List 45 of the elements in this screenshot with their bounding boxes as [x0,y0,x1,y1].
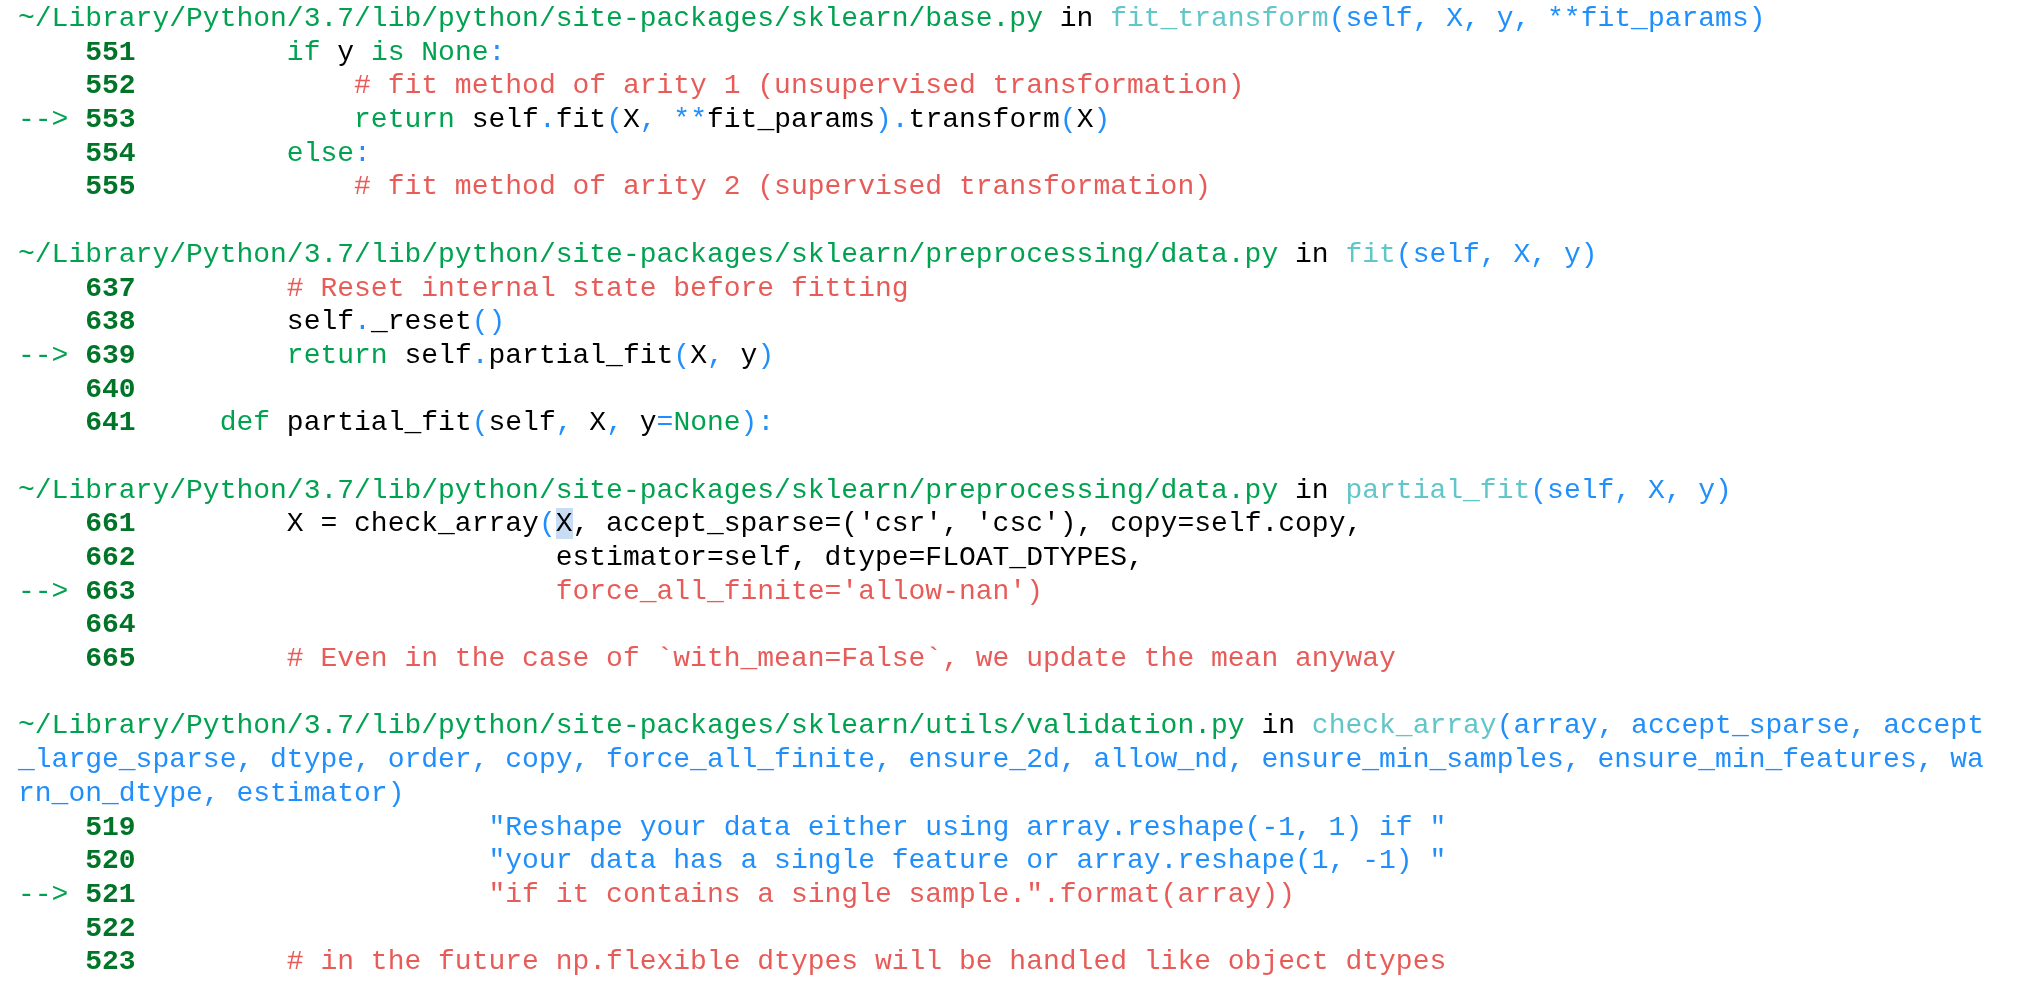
code-line: # in the future np.flexible dtypes will be handled like object dtypes [285,946,1447,978]
code-line: if y is None: [285,36,506,68]
code-line: else: [285,137,371,169]
traceback-frame-header: ~/Library/Python/3.7/lib/python/site-packages/sklearn/preprocessing/data.py in fit(self, X, y) [18,237,1599,272]
line-number: 554 [85,137,136,169]
code-line: X = check_array(X, accept_sparse=('csr', 'csc'), copy=self.copy, [285,508,1363,540]
code-line: # Reset internal state before fitting [285,272,909,304]
line-number: 555 [85,171,136,203]
line-number: 637 [85,272,136,304]
line-number: 665 [85,643,136,675]
code-line: def partial_fit(self, X, y=None): [218,407,775,439]
code-line: self._reset() [285,306,506,338]
line-number: 551 [85,36,136,68]
line-number: 661 [85,508,136,540]
code-line: "your data has a single feature or array.reshape(1, -1) " [487,845,1447,877]
code-line: return self.fit(X, **fit_params).transform(X) [353,104,1111,136]
line-number: 663 [85,575,136,607]
line-number: 519 [85,811,136,843]
line-number: 662 [85,542,136,574]
line-number: 552 [85,70,136,102]
line-number: 553 [85,104,136,136]
line-number: 521 [85,878,136,910]
current-line-arrow: --> [18,338,70,373]
code-line: force_all_finite='allow-nan') [554,575,1043,607]
line-number: 638 [85,306,136,338]
code-line: "if it contains a single sample.".format(array)) [487,878,1295,910]
line-number: 641 [85,407,136,439]
code-line: # fit method of arity 1 (unsupervised transformation) [353,70,1245,102]
line-number: 523 [85,946,136,978]
code-line: "Reshape your data either using array.reshape(-1, 1) if " [487,811,1447,843]
traceback-frame-header: ~/Library/Python/3.7/lib/python/site-packages/sklearn/preprocessing/data.py in partial_fit(self, X, y) [18,473,1733,508]
code-line: return self.partial_fit(X, y) [285,339,775,371]
current-line-arrow: --> [18,574,70,609]
line-number: 664 [85,609,136,641]
code-line: estimator=self, dtype=FLOAT_DTYPES, [554,542,1144,574]
traceback-frame-header: ~/Library/Python/3.7/lib/python/site-packages/sklearn/base.py in fit_transform(self, X, y, **fit_params) [18,2,1767,36]
line-number: 520 [85,845,136,877]
current-line-arrow: --> [18,103,70,137]
traceback-frame-header: ~/Library/Python/3.7/lib/python/site-packages/sklearn/utils/validation.py in check_array(array, accept_sparse, accept_large_sparse, dtype, order, copy, force_all_finite, ensure_2d, allow_nd, ensure_min_samples, ensure_min_features, warn_on_dtype, estimator) [18,709,1985,811]
line-number: 522 [85,912,136,944]
line-number: 640 [85,373,136,405]
current-line-arrow: --> [18,877,70,912]
code-line: # Even in the case of `with_mean=False`, we update the mean anyway [285,643,1396,675]
line-number: 639 [85,339,136,371]
code-line: # fit method of arity 2 (supervised transformation) [353,171,1211,203]
